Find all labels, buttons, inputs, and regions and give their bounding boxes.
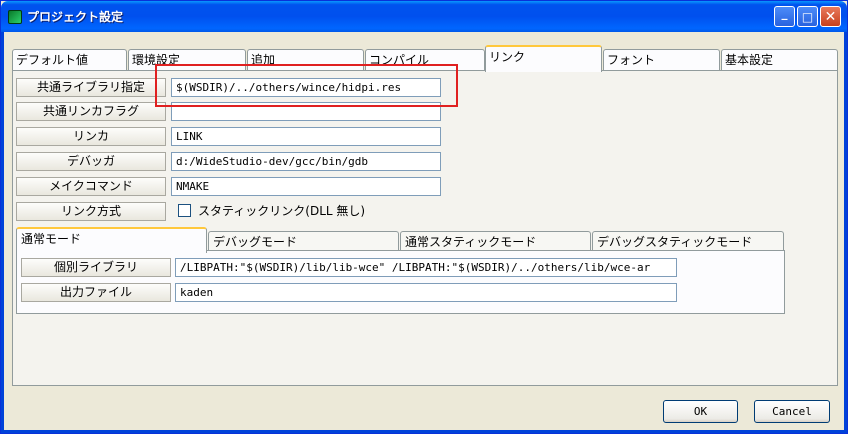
minimize-icon: _ [781, 5, 788, 20]
frame-bottom [1, 430, 847, 433]
output-file-field[interactable]: kaden [175, 283, 677, 302]
window-title: プロジェクト設定 [27, 10, 124, 24]
tab-debug-static-mode[interactable]: デバッグスタティックモード [592, 231, 784, 251]
common-library-button[interactable]: 共通ライブラリ指定 [16, 78, 166, 97]
make-command-button[interactable]: メイクコマンド [16, 177, 166, 196]
static-link-checkbox[interactable] [178, 204, 191, 217]
tab-normal-static-mode[interactable]: 通常スタティックモード [400, 231, 591, 251]
individual-library-button[interactable]: 個別ライブラリ [21, 258, 171, 277]
tab-environment[interactable]: 環境設定 [128, 49, 246, 70]
static-link-label[interactable]: スタティックリンク(DLL 無し) [198, 202, 365, 220]
tab-font[interactable]: フォント [603, 49, 720, 70]
project-cube-icon [8, 10, 22, 24]
linker-button[interactable]: リンカ [16, 127, 166, 146]
frame-left [1, 32, 4, 433]
minimize-button[interactable]: _ [774, 6, 795, 27]
tab-add[interactable]: 追加 [247, 49, 364, 70]
individual-library-field[interactable]: /LIBPATH:"$(WSDIR)/lib/lib-wce" /LIBPATH… [175, 258, 677, 277]
maximize-icon: □ [801, 9, 814, 24]
tab-compile[interactable]: コンパイル [365, 49, 485, 70]
tab-default-values[interactable]: デフォルト値 [12, 49, 127, 70]
tab-basic[interactable]: 基本設定 [721, 49, 838, 70]
close-button[interactable]: ✕ [820, 6, 841, 27]
tab-normal-mode[interactable]: 通常モード [16, 227, 207, 253]
common-linker-flags-field[interactable] [171, 102, 441, 121]
output-file-button[interactable]: 出力ファイル [21, 283, 171, 302]
link-mode-button[interactable]: リンク方式 [16, 202, 166, 221]
debugger-button[interactable]: デバッガ [16, 152, 166, 171]
tab-debug-mode[interactable]: デバッグモード [208, 231, 399, 251]
title-bar[interactable]: プロジェクト設定 _ □ ✕ [1, 1, 847, 32]
close-icon: ✕ [824, 8, 837, 25]
debugger-field[interactable]: d:/WideStudio-dev/gcc/bin/gdb [171, 152, 441, 171]
common-linker-flags-button[interactable]: 共通リンカフラグ [16, 102, 166, 121]
maximize-button[interactable]: □ [797, 6, 818, 27]
ok-button[interactable]: OK [663, 400, 738, 423]
cancel-button[interactable]: Cancel [754, 400, 830, 423]
tab-link[interactable]: リンク [485, 45, 602, 72]
common-library-field[interactable]: $(WSDIR)/../others/wince/hidpi.res [171, 78, 441, 97]
make-command-field[interactable]: NMAKE [171, 177, 441, 196]
linker-field[interactable]: LINK [171, 127, 441, 146]
project-settings-window: プロジェクト設定 _ □ ✕ デフォルト値 環境設定 追加 コンパイル リンク … [0, 0, 848, 434]
frame-right [844, 32, 847, 433]
